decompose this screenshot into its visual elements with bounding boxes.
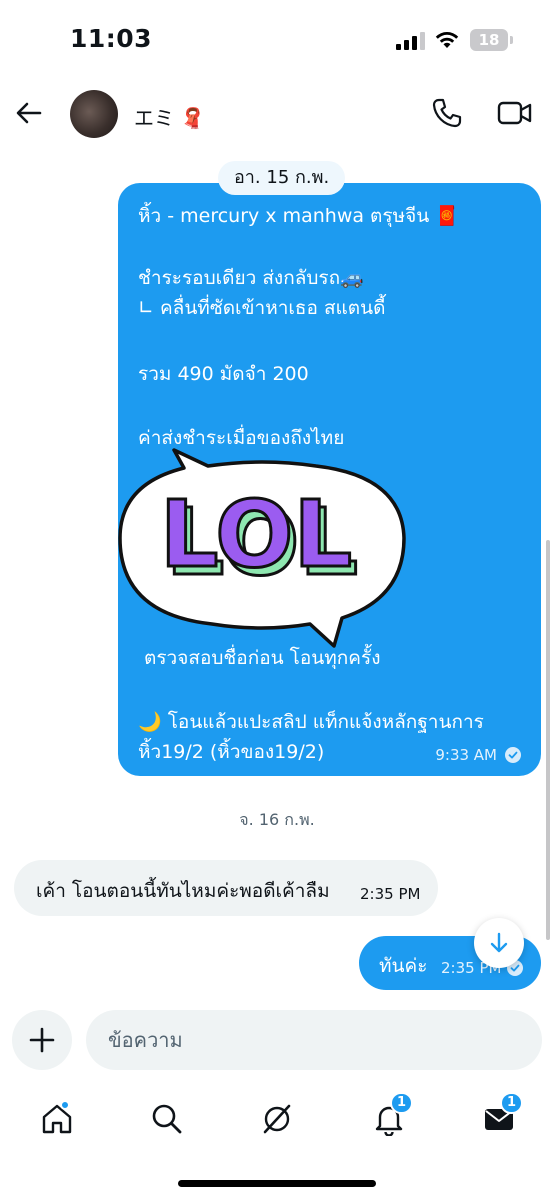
nav-notifications[interactable]: 1	[368, 1092, 414, 1138]
scroll-to-bottom-button[interactable]	[474, 918, 524, 968]
nav-messages[interactable]: 1	[478, 1092, 524, 1138]
sticker-text: LOL	[160, 481, 352, 588]
plus-icon	[29, 1027, 55, 1053]
message-line: 🌙 โอนแล้วแปะสลิป แท็กแจ้งหลักฐานการ	[138, 711, 484, 733]
contact-name[interactable]: エミ 🧣	[134, 102, 205, 131]
message-line: ชำระรอบเดียว ส่งกลับรถ🚙	[138, 267, 364, 289]
home-notification-dot	[60, 1100, 70, 1110]
received-message-bubble[interactable]: เค้า โอนตอนนี้ทันไหมค่ะพอดีเค้าลืม 2:35 …	[14, 860, 438, 916]
video-call-icon[interactable]	[496, 96, 534, 130]
cellular-signal-icon	[396, 32, 425, 50]
message-line: ∟ คลื่นที่ซัดเข้าหาเธอ สแตนดี้	[138, 297, 386, 319]
arrow-down-icon	[490, 932, 508, 953]
nav-grok[interactable]	[256, 1098, 296, 1138]
nav-search[interactable]	[146, 1098, 186, 1138]
status-bar: 11:03 18	[0, 0, 554, 80]
scrollbar[interactable]	[546, 540, 550, 940]
search-icon	[152, 1104, 182, 1134]
home-indicator[interactable]	[178, 1180, 376, 1187]
conversation-header: エミ 🧣	[0, 80, 554, 150]
lol-sticker: LOL LOL	[118, 448, 406, 648]
wifi-icon	[435, 32, 459, 48]
message-timestamp: 2:35 PM	[360, 885, 421, 903]
sent-message-text: ทันค่ะ	[379, 955, 428, 977]
avatar[interactable]	[70, 90, 118, 138]
status-time: 11:03	[70, 24, 153, 53]
message-line: หิ้ว - mercury x manhwa ตรุษจีน 🧧	[138, 205, 459, 227]
date-chip: อา. 15 ก.พ.	[218, 161, 346, 195]
bottom-navigation: 1 1	[0, 1088, 554, 1158]
day-separator: จ. 16 ก.พ.	[239, 810, 315, 829]
message-line: หิ้ว19/2 (หิ้วของ19/2)	[138, 741, 325, 763]
phone-call-icon[interactable]	[430, 96, 464, 130]
add-attachment-button[interactable]	[12, 1010, 72, 1070]
message-timestamp: 9:33 AM	[435, 746, 497, 764]
grok-icon	[263, 1104, 291, 1134]
received-message-text: เค้า โอนตอนนี้ทันไหมค่ะพอดีเค้าลืม	[36, 880, 330, 902]
message-input[interactable]	[86, 1010, 542, 1070]
battery-indicator: 18	[470, 29, 513, 51]
back-arrow-icon[interactable]	[14, 98, 44, 128]
message-line: รวม 490 มัดจำ 200	[138, 363, 309, 385]
messages-badge: 1	[500, 1092, 524, 1114]
read-receipt-icon	[505, 747, 521, 763]
nav-home[interactable]	[36, 1098, 76, 1138]
notifications-badge: 1	[390, 1092, 414, 1114]
